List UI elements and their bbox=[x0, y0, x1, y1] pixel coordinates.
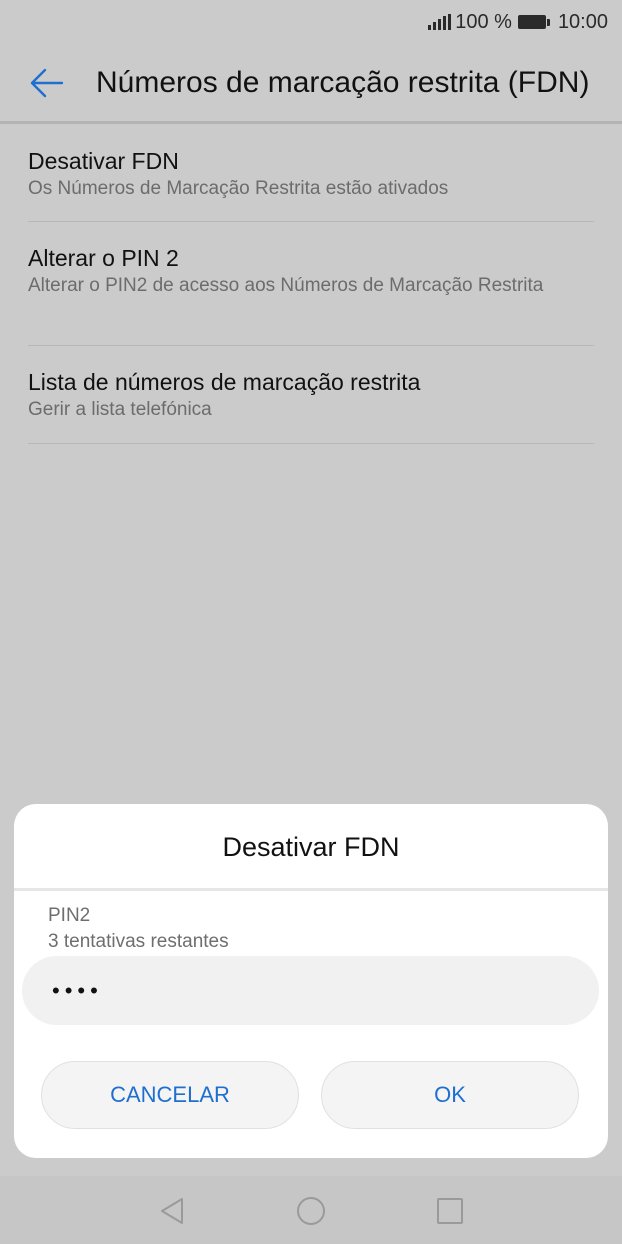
battery-icon bbox=[517, 15, 550, 29]
attempts-remaining-hint: 3 tentativas restantes bbox=[48, 931, 229, 952]
setting-subtitle: Alterar o PIN2 de acesso aos Números de … bbox=[28, 275, 544, 296]
clock: 10:00 bbox=[557, 10, 608, 33]
dialog-divider bbox=[14, 888, 608, 891]
settings-list: Desativar FDN Os Números de Marcação Res… bbox=[28, 124, 594, 444]
nav-back-icon[interactable] bbox=[157, 1196, 187, 1226]
setting-item-disable-fdn[interactable]: Desativar FDN Os Números de Marcação Res… bbox=[28, 124, 594, 222]
nav-recents-icon[interactable] bbox=[435, 1196, 465, 1226]
signal-icon bbox=[428, 14, 452, 30]
cancel-button[interactable]: CANCELAR bbox=[41, 1061, 299, 1129]
setting-item-change-pin2[interactable]: Alterar o PIN 2 Alterar o PIN2 de acesso… bbox=[28, 222, 594, 346]
navigation-bar bbox=[0, 1176, 622, 1244]
fdn-settings-screen: 100 % 10:00 Números de marcação restrita… bbox=[0, 0, 622, 1244]
dialog-title: Desativar FDN bbox=[222, 831, 400, 862]
back-arrow-icon[interactable] bbox=[0, 44, 96, 122]
status-bar: 100 % 10:00 bbox=[0, 0, 622, 44]
setting-subtitle: Gerir a lista telefónica bbox=[28, 399, 212, 420]
battery-percent: 100 % bbox=[455, 10, 512, 33]
ok-button[interactable]: OK bbox=[321, 1061, 579, 1129]
setting-item-fdn-list[interactable]: Lista de números de marcação restrita Ge… bbox=[28, 346, 594, 444]
setting-subtitle: Os Números de Marcação Restrita estão at… bbox=[28, 178, 449, 199]
setting-title: Lista de números de marcação restrita bbox=[28, 369, 421, 395]
setting-title: Alterar o PIN 2 bbox=[28, 245, 179, 271]
pin2-label: PIN2 bbox=[48, 905, 91, 926]
disable-fdn-dialog: Desativar FDN PIN2 3 tentativas restante… bbox=[14, 804, 608, 1158]
page-title: Números de marcação restrita (FDN) bbox=[96, 66, 590, 99]
setting-title: Desativar FDN bbox=[28, 148, 179, 174]
nav-home-icon[interactable] bbox=[296, 1196, 326, 1226]
title-bar: Números de marcação restrita (FDN) bbox=[0, 44, 622, 122]
pin2-input[interactable]: •••• bbox=[22, 956, 599, 1025]
